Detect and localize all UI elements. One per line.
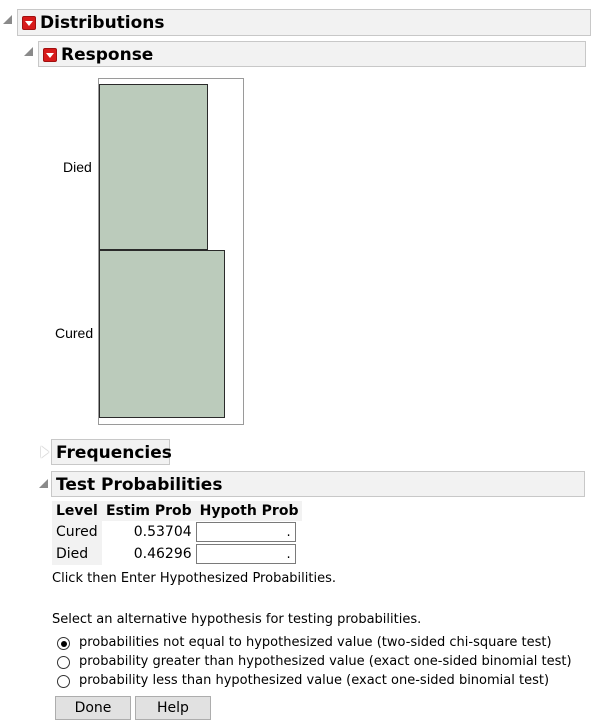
response-bar-chart bbox=[98, 78, 244, 425]
response-menu-icon[interactable] bbox=[43, 48, 57, 62]
category-label-died: Died bbox=[63, 159, 92, 175]
response-title: Response bbox=[61, 45, 154, 65]
test-probabilities-table: Level Estim Prob Hypoth Prob Cured 0.537… bbox=[52, 501, 303, 565]
estim-prob-cell: 0.53704 bbox=[133, 524, 192, 540]
radio-label-less[interactable]: probability less than hypothesized value… bbox=[79, 673, 549, 688]
bar-cured bbox=[99, 250, 225, 418]
frequencies-disclosure-icon[interactable] bbox=[41, 446, 49, 458]
level-cell: Died bbox=[52, 543, 102, 565]
radio-less[interactable] bbox=[57, 675, 70, 688]
radio-label-greater[interactable]: probability greater than hypothesized va… bbox=[79, 654, 572, 669]
distributions-menu-icon[interactable] bbox=[22, 16, 36, 30]
distributions-disclosure-icon[interactable] bbox=[3, 15, 12, 24]
level-cell: Cured bbox=[52, 521, 102, 543]
help-button[interactable]: Help bbox=[135, 696, 211, 720]
column-header-hypoth-prob: Hypoth Prob bbox=[195, 501, 303, 521]
radio-label-two-sided[interactable]: probabilities not equal to hypothesized … bbox=[79, 635, 552, 650]
done-button[interactable]: Done bbox=[55, 696, 131, 720]
select-prompt-text: Select an alternative hypothesis for tes… bbox=[52, 612, 422, 627]
radio-greater[interactable] bbox=[57, 656, 70, 669]
hypoth-prob-input-died[interactable] bbox=[195, 544, 296, 564]
response-disclosure-icon[interactable] bbox=[24, 47, 33, 56]
distributions-title: Distributions bbox=[40, 13, 165, 33]
estim-prob-cell: 0.46296 bbox=[133, 546, 192, 562]
test-probabilities-title: Test Probabilities bbox=[56, 475, 223, 495]
table-row: Cured 0.53704 bbox=[52, 521, 302, 543]
test-probabilities-header: Test Probabilities bbox=[51, 471, 585, 497]
response-header: Response bbox=[38, 41, 586, 67]
column-header-level: Level bbox=[52, 501, 102, 521]
table-row: Died 0.46296 bbox=[52, 543, 302, 565]
frequencies-title: Frequencies bbox=[56, 443, 172, 463]
instruction-text: Click then Enter Hypothesized Probabilit… bbox=[52, 571, 336, 586]
category-label-cured: Cured bbox=[55, 325, 94, 341]
hypoth-prob-input-cured[interactable] bbox=[195, 522, 296, 542]
distributions-header: Distributions bbox=[17, 9, 591, 36]
column-header-estim-prob: Estim Prob bbox=[102, 501, 196, 521]
test-probabilities-disclosure-icon[interactable] bbox=[39, 479, 48, 488]
bar-died bbox=[99, 84, 208, 250]
frequencies-header[interactable]: Frequencies bbox=[51, 439, 172, 465]
radio-two-sided[interactable] bbox=[57, 637, 70, 650]
